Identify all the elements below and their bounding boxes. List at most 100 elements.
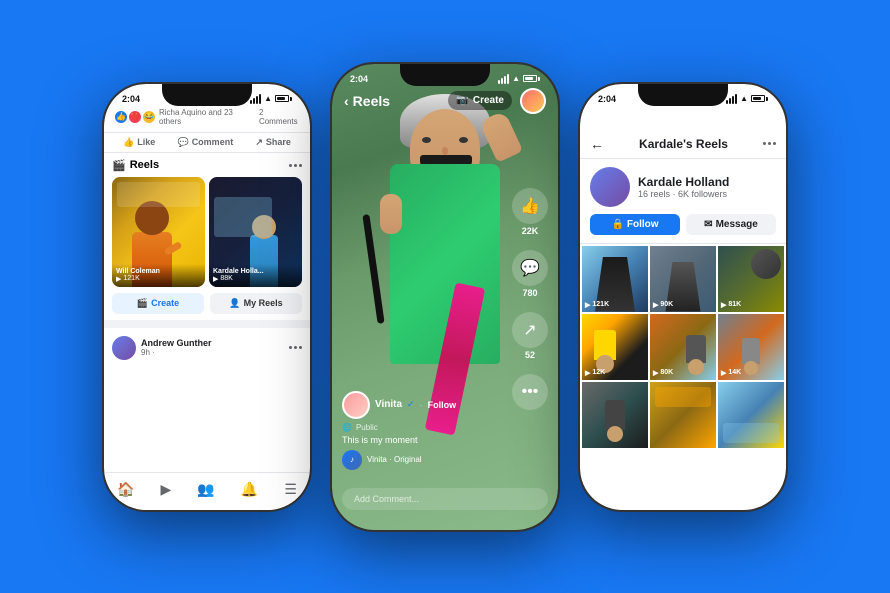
comments-count-center: 780 xyxy=(522,288,537,298)
share-engage[interactable]: ↗ 52 xyxy=(512,312,548,360)
profile-actions: 🔒 Follow ✉ Message xyxy=(590,214,776,235)
create-label: Create xyxy=(151,298,179,308)
reels-header-title: Reels xyxy=(353,93,390,109)
reel-bottom-info: Vinita ✓ · Follow 🌐 Public This is my mo… xyxy=(342,391,503,470)
grid-thumb-8[interactable] xyxy=(650,382,716,448)
grid-views-5: ▶80K xyxy=(653,369,673,377)
time-right: 2:04 xyxy=(598,94,616,104)
haha-reaction: 😂 xyxy=(142,110,156,124)
grid-thumb-3[interactable]: ▶81K xyxy=(718,246,784,312)
nav-menu[interactable]: ☰ xyxy=(284,481,297,498)
reel-username: Vinita xyxy=(375,399,402,410)
share-icon: ↗ xyxy=(255,137,263,148)
share-button[interactable]: ↗ Share xyxy=(255,137,291,148)
reel-engagement: 👍 22K 💬 780 ↗ 52 ••• xyxy=(512,188,548,410)
post-username: Andrew Gunther xyxy=(141,338,212,348)
reels-grid-left: Will Coleman ▶ 121K xyxy=(112,177,302,287)
follow-profile-button[interactable]: 🔒 Follow xyxy=(590,214,680,235)
post-more-button[interactable] xyxy=(289,346,302,349)
my-reels-label: My Reels xyxy=(244,298,283,308)
comment-button[interactable]: 💬 Comment xyxy=(177,137,233,148)
grid-views-4: ▶12K xyxy=(585,369,605,377)
grid-thumb-9[interactable] xyxy=(718,382,784,448)
status-icons-center: ▲ xyxy=(498,74,540,84)
create-button[interactable]: 🎬 Create xyxy=(112,293,204,314)
reels-header: 🎬 Reels xyxy=(112,159,302,172)
time-center: 2:04 xyxy=(350,74,368,84)
grid-thumb-1[interactable]: ▶121K xyxy=(582,246,648,312)
nav-notifications[interactable]: 🔔 xyxy=(241,481,258,498)
music-disc-icon: ♪ xyxy=(342,450,362,470)
reel-thumb-1[interactable]: Will Coleman ▶ 121K xyxy=(112,177,205,287)
more-dots-icon: ••• xyxy=(512,374,548,410)
reel-overlay-1: Will Coleman ▶ 121K xyxy=(112,264,205,287)
more-engage[interactable]: ••• xyxy=(512,374,548,410)
profile-stats: 16 reels · 6K followers xyxy=(638,189,729,199)
message-label: Message xyxy=(716,219,758,230)
comments-count-left: 2 Comments xyxy=(259,108,300,126)
reels-title: 🎬 Reels xyxy=(112,159,159,172)
nav-groups[interactable]: 👥 xyxy=(197,481,214,498)
bottom-nav: 🏠 ▶ 👥 🔔 ☰ xyxy=(104,472,310,510)
comment-icon: 💬 xyxy=(177,137,188,148)
message-button[interactable]: ✉ Message xyxy=(686,214,776,235)
follow-label: Follow xyxy=(627,219,659,230)
reel-thumb-2[interactable]: Kardale Holla... ▶ 88K xyxy=(209,177,302,287)
create-reel-button[interactable]: 📷 Create xyxy=(448,91,512,110)
create-reel-label: Create xyxy=(473,95,504,106)
grid-thumb-2[interactable]: ▶90K xyxy=(650,246,716,312)
post-user-row: Andrew Gunther 9h · xyxy=(112,336,212,360)
profile-icon: 👤 xyxy=(229,298,240,309)
like-engage[interactable]: 👍 22K xyxy=(512,188,548,236)
center-avatar[interactable] xyxy=(520,88,546,114)
nav-home[interactable]: 🏠 xyxy=(117,481,134,498)
film-icon: 🎬 xyxy=(112,159,126,172)
reaction-bar: 👍 ❤️ 😂 Richa Aquino and 23 others 2 Comm… xyxy=(104,108,310,133)
verified-icon: ✓ xyxy=(407,399,415,410)
profile-section: Kardale Holland 16 reels · 6K followers … xyxy=(580,159,786,244)
action-bar: 👍 Like 💬 Comment ↗ Share xyxy=(104,133,310,153)
back-button[interactable]: ‹ Reels xyxy=(344,93,390,109)
reaction-icons: 👍 ❤️ 😂 xyxy=(114,110,156,124)
grid-thumb-6[interactable]: ▶14K xyxy=(718,314,784,380)
grid-views-1: ▶121K xyxy=(585,301,609,309)
reaction-text: Richa Aquino and 23 others xyxy=(159,108,248,126)
battery-icon-left xyxy=(275,95,292,102)
center-screen: 2:04 ▲ ‹ Reels xyxy=(332,64,558,530)
time-left: 2:04 xyxy=(122,94,140,104)
comment-input[interactable]: Add Comment... xyxy=(342,488,548,510)
share-label: Share xyxy=(266,137,291,147)
battery-icon-right xyxy=(751,95,768,102)
notch-left xyxy=(162,84,252,106)
message-icon: ✉ xyxy=(704,219,712,230)
post-preview: Andrew Gunther 9h · xyxy=(104,320,310,368)
grid-thumb-7[interactable] xyxy=(582,382,648,448)
left-screen: 2:04 ▲ 👍 ❤️ xyxy=(104,84,310,510)
grid-views-6: ▶14K xyxy=(721,369,741,377)
post-avatar xyxy=(112,336,136,360)
like-reaction: 👍 xyxy=(114,110,128,124)
post-user-info: Andrew Gunther 9h · xyxy=(141,338,212,357)
lock-icon: 🔒 xyxy=(611,219,623,230)
like-button[interactable]: 👍 Like xyxy=(123,137,155,148)
comment-engage[interactable]: 💬 780 xyxy=(512,250,548,298)
notch-right xyxy=(638,84,728,106)
like-label: Like xyxy=(137,137,155,147)
phones-container: 2:04 ▲ 👍 ❤️ xyxy=(82,42,808,552)
back-arrow-right[interactable]: ← xyxy=(590,136,604,152)
comment-label: Comment xyxy=(192,137,234,147)
status-icons-left: ▲ xyxy=(250,94,292,104)
reel-user-row: Vinita ✓ · Follow xyxy=(342,391,503,419)
nav-reels[interactable]: ▶ xyxy=(161,481,172,498)
grid-thumb-4[interactable]: ▶12K xyxy=(582,314,648,380)
follow-button[interactable]: Follow xyxy=(428,400,457,410)
right-more-button[interactable] xyxy=(763,142,776,145)
thumb-icon: 👍 xyxy=(123,137,134,148)
grid-thumb-5[interactable]: ▶80K xyxy=(650,314,716,380)
phone-left: 2:04 ▲ 👍 ❤️ xyxy=(102,82,312,512)
reel-name-2: Kardale Holla... xyxy=(213,268,298,275)
my-reels-button[interactable]: 👤 My Reels xyxy=(210,293,302,314)
reaction-row: 👍 ❤️ 😂 Richa Aquino and 23 others 2 Comm… xyxy=(114,108,300,126)
reels-more-button[interactable] xyxy=(289,164,302,167)
share-arrow-icon: ↗ xyxy=(512,312,548,348)
